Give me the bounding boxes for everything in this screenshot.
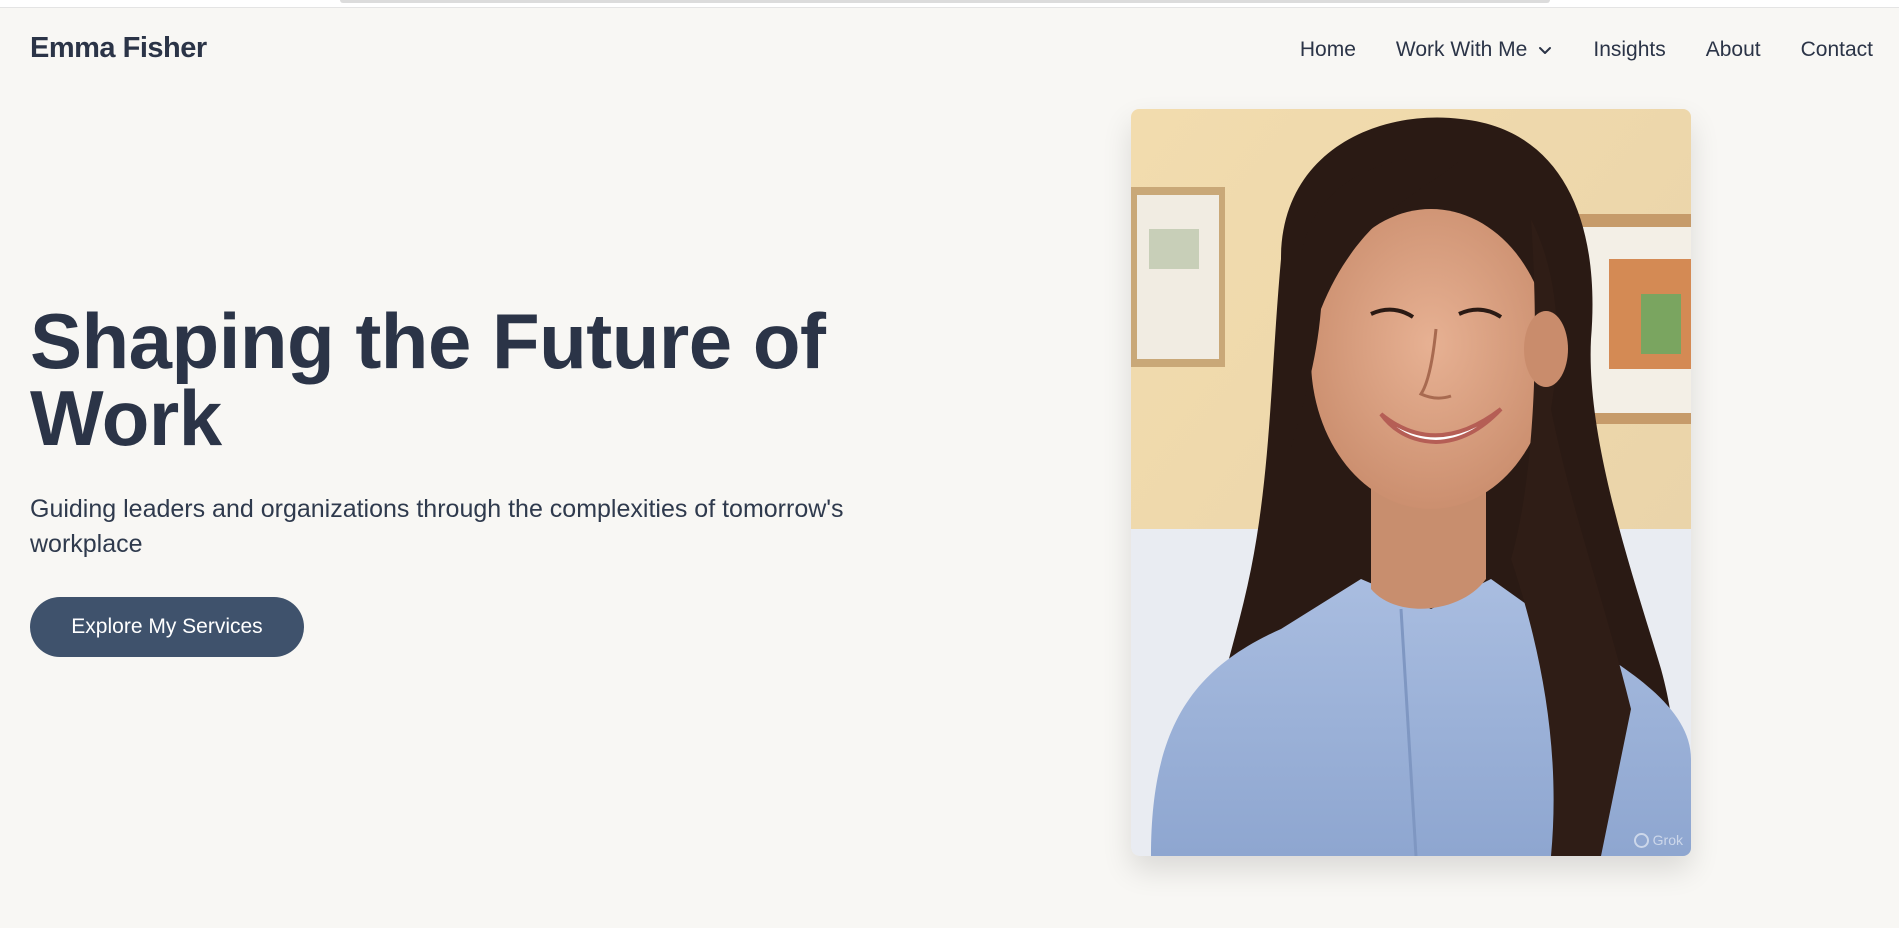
hero-section: Shaping the Future of Work Guiding leade… xyxy=(30,302,930,562)
nav-about[interactable]: About xyxy=(1706,38,1761,62)
main-nav: Home Work With Me Insights About Contact xyxy=(1300,38,1873,62)
browser-top-strip xyxy=(0,0,1899,8)
nav-home-label: Home xyxy=(1299,38,1356,61)
hero-headline: Shaping the Future of Work xyxy=(30,302,930,457)
watermark-icon xyxy=(1633,832,1649,848)
portrait-illustration xyxy=(1131,109,1691,856)
nav-about-label: About xyxy=(1705,38,1761,61)
address-bar-edge xyxy=(340,0,1550,3)
watermark-label: Grok xyxy=(1652,832,1683,848)
hero-headline-line2: Work xyxy=(30,374,222,462)
nav-contact-label: Contact xyxy=(1800,38,1873,61)
chevron-down-icon xyxy=(1539,47,1552,54)
hero-subtitle: Guiding leaders and organizations throug… xyxy=(30,495,844,558)
explore-services-button[interactable]: Explore My Services xyxy=(30,597,304,657)
nav-work-with-me-label: Work With Me xyxy=(1395,38,1528,61)
nav-contact[interactable]: Contact xyxy=(1801,38,1873,62)
nav-insights-label: Insights xyxy=(1593,38,1666,61)
nav-insights[interactable]: Insights xyxy=(1593,38,1665,62)
hero-headline-line1: Shaping the Future of xyxy=(30,297,826,385)
portrait-photo: Grok xyxy=(1131,109,1691,856)
site-header: Emma Fisher Home Work With Me Insights A… xyxy=(0,8,1899,92)
nav-home[interactable]: Home xyxy=(1300,38,1356,62)
site-logo[interactable]: Emma Fisher xyxy=(30,32,207,65)
image-watermark: Grok xyxy=(1633,832,1683,848)
nav-work-with-me[interactable]: Work With Me xyxy=(1396,38,1553,62)
